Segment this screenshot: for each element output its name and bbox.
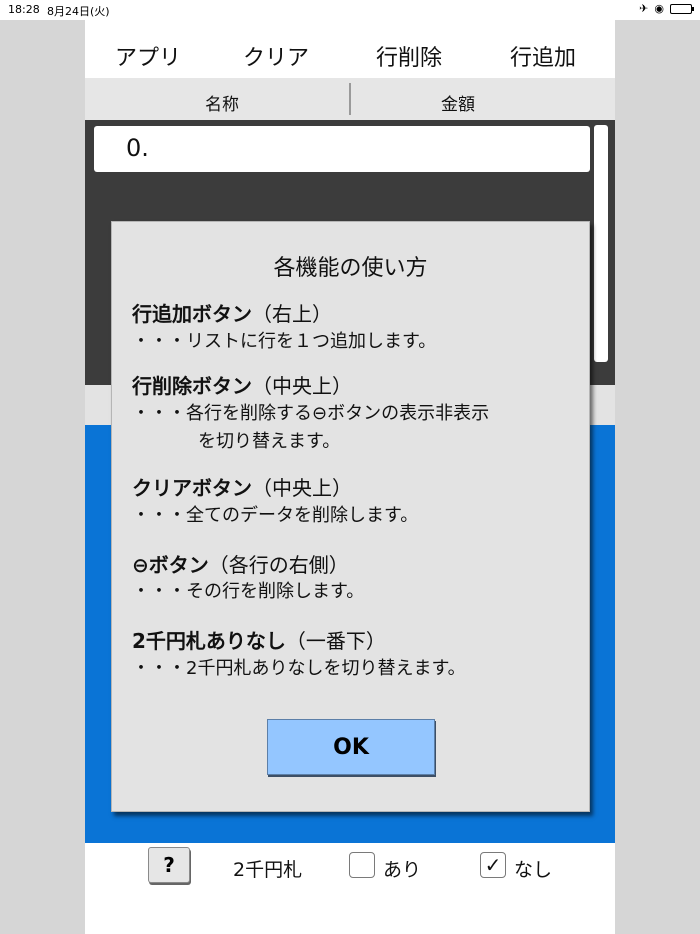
help-dialog: 各機能の使い方 行追加ボタン（右上） ・・・リストに行を１つ追加します。 行削除… — [111, 221, 590, 812]
orientation-lock-icon: ◉ — [654, 2, 664, 15]
section-note: （中央上） — [252, 374, 352, 398]
section-line: ・・・リストに行を１つ追加します。 — [132, 331, 437, 352]
section-title-minus-button: ⊖ボタン（各行の右側） — [132, 549, 349, 578]
section-line: ・・・全てのデータを削除します。 — [132, 505, 419, 526]
toolbar: アプリ クリア 行削除 行追加 — [85, 20, 615, 78]
list-item[interactable]: 0. — [94, 126, 590, 172]
scrollbar[interactable] — [594, 125, 608, 362]
section-note: （一番下） — [285, 629, 386, 653]
bill-label: 2千円札 — [233, 859, 303, 881]
row-value: 0. — [126, 134, 149, 162]
status-date: 8月24日(火) — [47, 5, 110, 18]
checkmark-icon: ✓ — [484, 853, 502, 877]
section-body-bill-toggle: ・・・2千円札ありなしを切り替えます。 — [132, 655, 466, 683]
status-bar: 18:28 8月24日(火) ✈ ◉ — [0, 0, 700, 20]
column-divider — [349, 83, 351, 115]
option-yes-label[interactable]: あり — [383, 855, 421, 882]
section-line: ・・・各行を削除する⊖ボタンの表示非表示 — [132, 403, 490, 424]
add-row-button[interactable]: 行追加 — [510, 40, 576, 72]
ok-button[interactable]: OK — [267, 719, 435, 775]
option-yes-checkbox[interactable] — [349, 852, 375, 878]
section-line: を切り替えます。 — [198, 431, 341, 452]
section-body-add-row: ・・・リストに行を１つ追加します。 — [132, 328, 436, 356]
status-time: 18:28 — [8, 3, 40, 16]
section-title-add-row: 行追加ボタン（右上） — [132, 298, 332, 327]
delete-row-button[interactable]: 行削除 — [376, 40, 442, 72]
option-no-label[interactable]: なし — [514, 855, 552, 882]
help-button[interactable]: ? — [148, 847, 190, 883]
section-body-delete-row: ・・・各行を削除する⊖ボタンの表示非表示 を切り替えます。 — [132, 400, 489, 456]
section-body-minus-button: ・・・その行を削除します。 — [132, 578, 364, 606]
section-line: ・・・2千円札ありなしを切り替えます。 — [132, 658, 466, 679]
section-heading: ⊖ボタン — [132, 553, 209, 577]
clear-button[interactable]: クリア — [243, 40, 309, 72]
section-title-clear: クリアボタン（中央上） — [132, 472, 352, 501]
column-header: 名称 金額 — [85, 78, 615, 120]
section-title-bill-toggle: 2千円札ありなし（一番下） — [132, 625, 386, 654]
section-note: （右上） — [252, 302, 332, 326]
section-note: （各行の右側） — [208, 553, 349, 577]
dialog-title: 各機能の使い方 — [273, 256, 428, 281]
battery-icon — [670, 4, 694, 14]
column-amount-header: 金額 — [441, 95, 475, 115]
footer-bar: ? 2千円札 あり ✓ なし — [85, 843, 615, 934]
section-line: ・・・その行を削除します。 — [132, 581, 365, 602]
section-heading: クリアボタン — [132, 476, 252, 500]
section-note: （中央上） — [252, 476, 352, 500]
section-heading: 行削除ボタン — [132, 374, 252, 398]
column-name-header: 名称 — [205, 95, 239, 115]
section-heading: 行追加ボタン — [132, 302, 252, 326]
section-title-delete-row: 行削除ボタン（中央上） — [132, 370, 352, 399]
section-heading: 2千円札ありなし — [132, 629, 286, 653]
option-no-checkbox[interactable]: ✓ — [480, 852, 506, 878]
status-icons: ✈ ◉ — [639, 2, 694, 16]
airplane-icon: ✈ — [639, 2, 649, 15]
app-button[interactable]: アプリ — [115, 40, 181, 72]
section-body-clear: ・・・全てのデータを削除します。 — [132, 502, 418, 530]
